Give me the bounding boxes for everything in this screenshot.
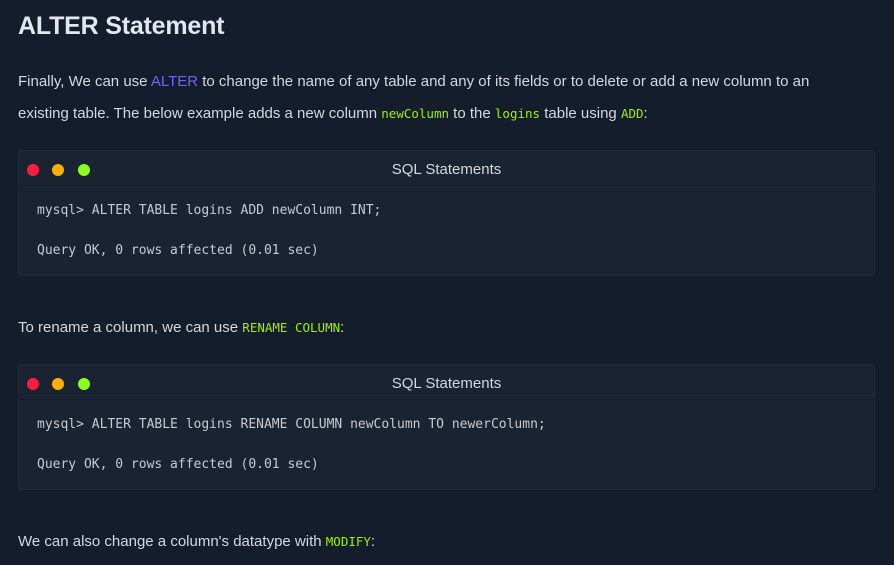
- code-block-add-column: SQL Statements mysql> ALTER TABLE logins…: [18, 150, 875, 276]
- modify-paragraph: We can also change a column's datatype w…: [18, 526, 876, 558]
- intro-text-5: table using: [540, 105, 621, 122]
- modify-text-2: :: [370, 533, 376, 550]
- intro-text-3: existing table. The below example adds a…: [18, 105, 382, 122]
- code-block-titlebar: SQL Statements: [19, 365, 874, 400]
- code-block-title: SQL Statements: [391, 375, 502, 392]
- code-block-titlebar: SQL Statements: [19, 151, 874, 186]
- inline-code-rename-column: RENAME COLUMN: [242, 320, 341, 335]
- code-line-output: Query OK, 0 rows affected (0.01 sec): [37, 457, 319, 472]
- modify-text-1: We can also change a column's datatype w…: [18, 533, 326, 550]
- code-block-body[interactable]: mysql> ALTER TABLE logins RENAME COLUMN …: [19, 400, 874, 489]
- code-line-output: Query OK, 0 rows affected (0.01 sec): [37, 243, 319, 258]
- inline-code-newcolumn: newColumn: [381, 106, 450, 121]
- code-block-body[interactable]: mysql> ALTER TABLE logins ADD newColumn …: [19, 186, 874, 275]
- section-heading: ALTER Statement: [18, 12, 225, 40]
- intro-text-2: to change the name of any table and any …: [198, 73, 810, 90]
- inline-code-logins: logins: [494, 106, 541, 121]
- rename-text-2: :: [340, 319, 345, 336]
- intro-text-6: :: [643, 105, 648, 122]
- intro-text-1: Finally, We can use: [18, 73, 151, 90]
- rename-text-1: To rename a column, we can use: [18, 319, 243, 336]
- intro-paragraph: Finally, We can use ALTER to change the …: [18, 66, 876, 130]
- intro-text-4: to the: [449, 105, 495, 122]
- code-block-rename-column: SQL Statements mysql> ALTER TABLE logins…: [18, 364, 875, 490]
- inline-code-add: ADD: [620, 106, 644, 121]
- rename-paragraph: To rename a column, we can use RENAME CO…: [18, 312, 876, 344]
- code-line-command: mysql> ALTER TABLE logins ADD newColumn …: [37, 203, 382, 218]
- code-block-title: SQL Statements: [391, 161, 502, 178]
- inline-code-modify: MODIFY: [325, 534, 371, 549]
- alter-link[interactable]: ALTER: [151, 73, 198, 90]
- code-line-command: mysql> ALTER TABLE logins RENAME COLUMN …: [37, 417, 546, 432]
